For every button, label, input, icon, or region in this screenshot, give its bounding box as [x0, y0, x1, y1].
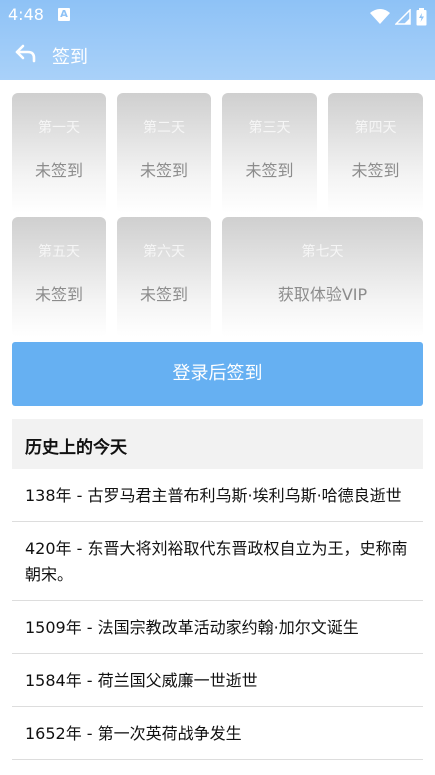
- signal-icon: [394, 8, 411, 25]
- history-item[interactable]: 1509年 - 法国宗教改革活动家约翰·加尔文诞生: [12, 601, 423, 654]
- day-label: 第三天: [248, 120, 291, 136]
- day-label: 第一天: [38, 120, 80, 136]
- day-card-4[interactable]: 第四天 未签到: [328, 93, 423, 213]
- status-bar: 4:48 A: [0, 0, 435, 30]
- notification-icon: A: [58, 8, 70, 21]
- day-status: 未签到: [34, 161, 83, 180]
- day-card-5[interactable]: 第五天 未签到: [12, 217, 106, 337]
- day-status: 未签到: [245, 161, 294, 180]
- history-item[interactable]: 1652年 - 第一次英荷战争发生: [12, 707, 423, 760]
- day-status: 未签到: [34, 285, 83, 304]
- status-icons: [369, 6, 427, 25]
- wifi-icon: [369, 8, 390, 24]
- day-status: 未签到: [139, 285, 188, 304]
- status-time: 4:48: [8, 5, 44, 24]
- battery-icon: [416, 7, 427, 25]
- day-card-2[interactable]: 第二天 未签到: [117, 93, 211, 213]
- day-label: 第六天: [143, 244, 185, 260]
- history-title: 历史上的今天: [25, 438, 127, 458]
- app-header: 4:48 A 签到: [0, 0, 435, 80]
- history-list: 138年 - 古罗马君主普布利乌斯·埃利乌斯·哈德良逝世 420年 - 东晋大将…: [12, 469, 423, 760]
- history-item[interactable]: 1584年 - 荷兰国父威廉一世逝世: [12, 654, 423, 707]
- page-title: 签到: [52, 47, 88, 68]
- history-item[interactable]: 420年 - 东晋大将刘裕取代东晋政权自立为王，史称南朝宋。: [12, 522, 423, 601]
- back-arrow-icon[interactable]: [14, 42, 38, 66]
- day-card-1[interactable]: 第一天 未签到: [12, 93, 106, 213]
- signin-button[interactable]: 登录后签到: [12, 342, 423, 406]
- day-label: 第七天: [301, 244, 344, 260]
- history-item[interactable]: 138年 - 古罗马君主普布利乌斯·埃利乌斯·哈德良逝世: [12, 469, 423, 522]
- vip-reward-label: 获取体验VIP: [277, 285, 368, 304]
- day-label: 第五天: [38, 244, 80, 260]
- history-section-header: 历史上的今天: [12, 419, 423, 469]
- day-status: 未签到: [351, 161, 400, 180]
- day-card-6[interactable]: 第六天 未签到: [117, 217, 211, 337]
- day-status: 未签到: [139, 161, 188, 180]
- day-card-7[interactable]: 第七天 获取体验VIP: [222, 217, 423, 337]
- day-card-3[interactable]: 第三天 未签到: [222, 93, 317, 213]
- day-label: 第二天: [143, 120, 185, 136]
- day-label: 第四天: [354, 120, 397, 136]
- nav-bar: 签到: [0, 30, 435, 80]
